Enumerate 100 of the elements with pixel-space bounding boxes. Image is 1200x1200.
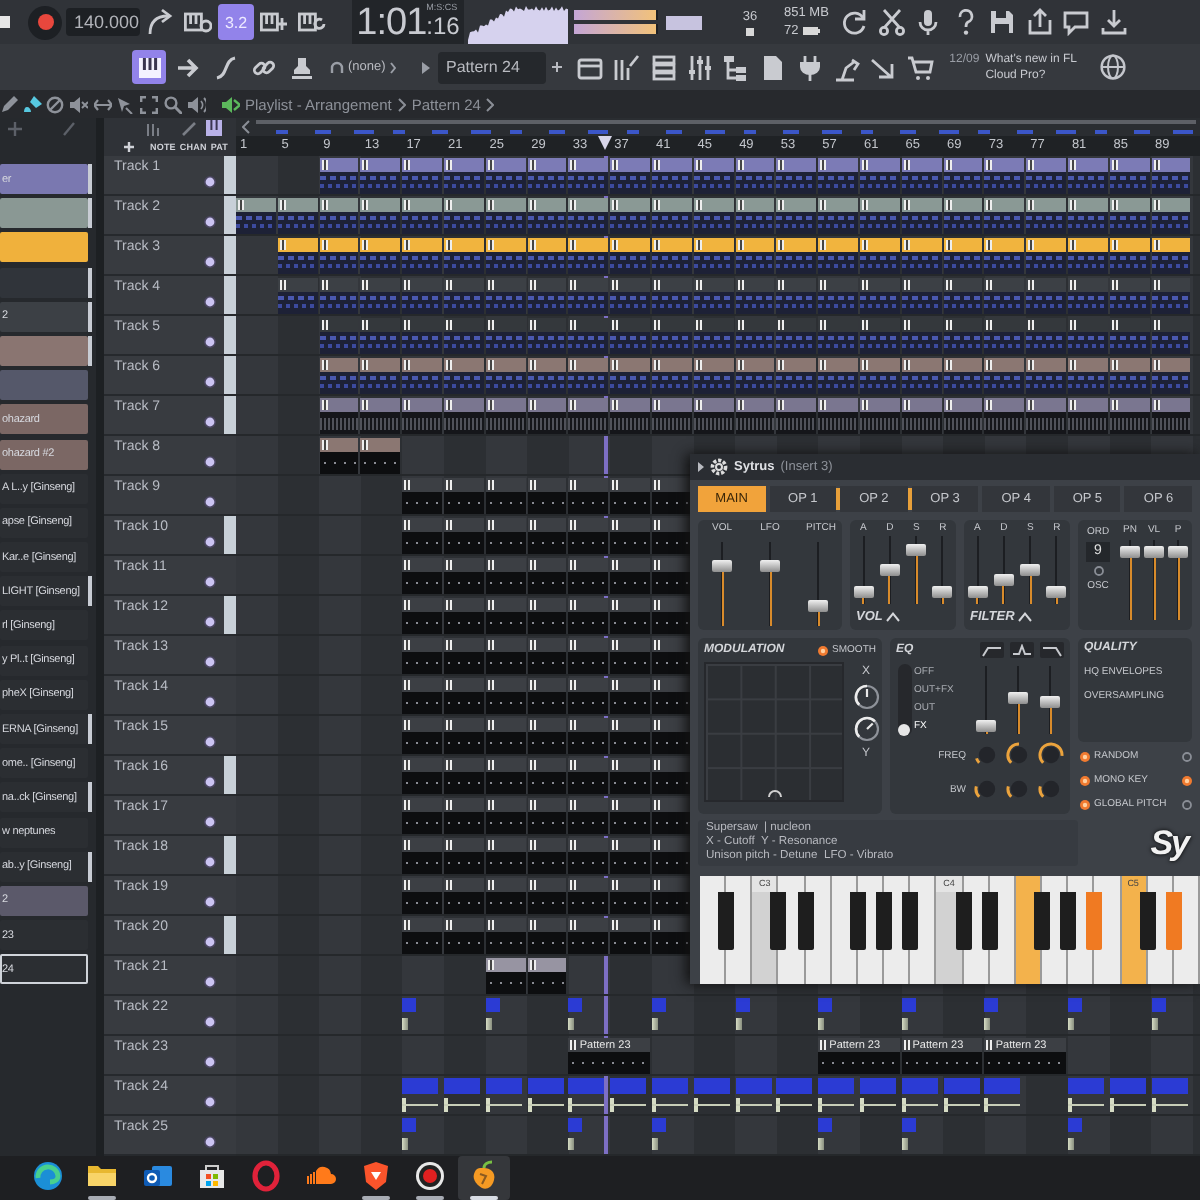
playlist-clip[interactable]: [277, 238, 318, 274]
playlist-clip[interactable]: [485, 558, 526, 594]
led-icon[interactable]: [204, 936, 216, 948]
led-icon[interactable]: [204, 1056, 216, 1068]
playlist-clip[interactable]: [568, 518, 609, 554]
playlist-clip[interactable]: [818, 158, 858, 194]
playlist-clip[interactable]: [610, 878, 650, 914]
playlist-clip[interactable]: [651, 638, 692, 674]
piano-icon[interactable]: [206, 120, 222, 136]
playlist-clip[interactable]: [1067, 1078, 1104, 1114]
cart-icon[interactable]: [905, 53, 934, 81]
playlist-clip[interactable]: [236, 198, 276, 234]
playlist-clip[interactable]: [568, 798, 609, 834]
playlist-clip[interactable]: [485, 918, 526, 954]
playlist-clip[interactable]: [568, 758, 609, 794]
playlist-clip[interactable]: [1151, 398, 1191, 434]
playlist-clip[interactable]: [984, 278, 1025, 314]
playlist-clip[interactable]: [984, 238, 1025, 274]
playlist-clip[interactable]: [443, 1078, 480, 1114]
led-icon[interactable]: [204, 1136, 216, 1148]
slider-thumb[interactable]: [976, 719, 996, 732]
playlist-clip[interactable]: [610, 198, 650, 234]
playlist-clip[interactable]: [402, 798, 442, 834]
playlist-clip[interactable]: [651, 998, 666, 1034]
playlist-clip[interactable]: [443, 238, 484, 274]
playlist-clip[interactable]: [818, 1078, 855, 1114]
playlist-clip[interactable]: [1026, 358, 1066, 394]
playlist-clip[interactable]: [485, 358, 526, 394]
playlist-clip[interactable]: [735, 238, 775, 274]
led-icon[interactable]: [204, 816, 216, 828]
plus-icon[interactable]: [124, 142, 134, 152]
playlist-clip[interactable]: [651, 878, 692, 914]
playlist-clip[interactable]: [943, 318, 983, 354]
playlist-clip[interactable]: [527, 958, 567, 994]
playlist-clip[interactable]: [901, 998, 916, 1034]
playlist-clip[interactable]: [485, 798, 526, 834]
playlist-clip[interactable]: [568, 598, 609, 634]
radio-icon[interactable]: [1080, 799, 1090, 809]
playlist-clip[interactable]: [527, 358, 567, 394]
playlist-clip[interactable]: [943, 198, 983, 234]
playlist-clip[interactable]: [943, 358, 983, 394]
slider-thumb[interactable]: [932, 585, 953, 598]
led-icon[interactable]: [204, 456, 216, 468]
playlist-clip[interactable]: [859, 278, 900, 314]
playlist-clip[interactable]: [360, 198, 401, 234]
radio-icon[interactable]: [1080, 751, 1090, 761]
mode-switch[interactable]: [897, 664, 911, 736]
playlist-clip[interactable]: [443, 758, 484, 794]
speaker-arrow-icon[interactable]: [221, 95, 239, 113]
playlist-clip[interactable]: [1067, 358, 1108, 394]
slider-thumb[interactable]: [1020, 564, 1041, 576]
scissors-icon[interactable]: [877, 8, 905, 36]
knob[interactable]: [973, 776, 999, 802]
playlist-clip[interactable]: [901, 158, 942, 194]
cursor-icon[interactable]: [116, 95, 135, 113]
playlist-clip[interactable]: [443, 278, 484, 314]
slider-thumb[interactable]: [879, 564, 900, 576]
playlist-clip[interactable]: [485, 758, 526, 794]
playlist-clip[interactable]: [651, 158, 692, 194]
playlist-clip[interactable]: [943, 238, 983, 274]
led-icon[interactable]: [204, 216, 216, 228]
playlist-clip[interactable]: [568, 478, 609, 514]
playlist-clip[interactable]: [1026, 198, 1066, 234]
playlist-clip[interactable]: [360, 398, 401, 434]
playlist-clip[interactable]: [402, 1118, 417, 1154]
playlist-clip[interactable]: [859, 358, 900, 394]
playlist-clip[interactable]: [485, 198, 526, 234]
playlist-clip[interactable]: [776, 158, 817, 194]
shape-button[interactable]: [1010, 642, 1034, 658]
playlist-clip[interactable]: [610, 598, 650, 634]
playlist-clip[interactable]: [610, 158, 650, 194]
playlist-clip[interactable]: [485, 478, 526, 514]
led-icon[interactable]: [204, 256, 216, 268]
radio-icon[interactable]: [818, 645, 829, 655]
led-icon[interactable]: [204, 896, 216, 908]
brush-icon[interactable]: [23, 95, 42, 113]
playlist-clip[interactable]: [1151, 998, 1166, 1034]
playlist-clip[interactable]: [443, 358, 484, 394]
playlist-clip[interactable]: [735, 158, 775, 194]
playlist-clip[interactable]: [818, 318, 858, 354]
playlist-clip[interactable]: [360, 438, 401, 474]
playlist-clip[interactable]: [651, 1078, 688, 1114]
playlist-clip[interactable]: [485, 278, 526, 314]
playlist-clip[interactable]: [901, 358, 942, 394]
playlist-clip[interactable]: [1067, 238, 1108, 274]
playlist-clip[interactable]: [735, 358, 775, 394]
playlist-clip[interactable]: [568, 558, 609, 594]
playlist-clip[interactable]: [568, 1118, 583, 1154]
playlist-clip[interactable]: [527, 1078, 564, 1114]
playlist-clip[interactable]: [943, 158, 983, 194]
radio-icon[interactable]: [1182, 751, 1192, 761]
playlist-clip[interactable]: [402, 998, 417, 1034]
playlist-clip[interactable]: [360, 358, 401, 394]
playlist-clip[interactable]: [859, 1078, 896, 1114]
playlist-clip[interactable]: [402, 878, 442, 914]
playlist-clip[interactable]: [818, 398, 858, 434]
playlist-clip[interactable]: [859, 198, 900, 234]
playlist-clip[interactable]: [277, 278, 318, 314]
piano-key[interactable]: [876, 892, 893, 950]
playlist-clip[interactable]: [651, 798, 692, 834]
